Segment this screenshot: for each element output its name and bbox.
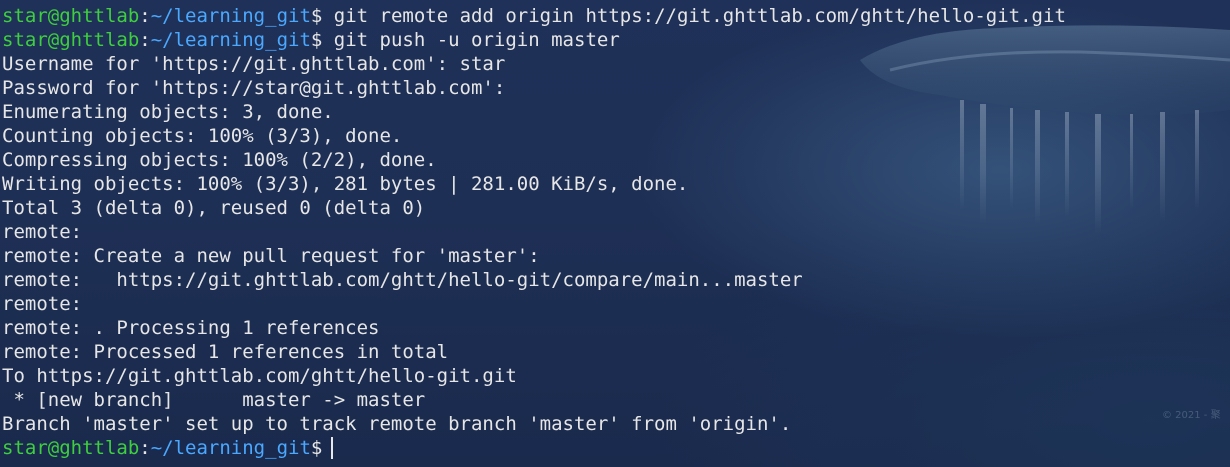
output-line: Username for 'https://git.ghttlab.com': … (2, 53, 506, 75)
output-line: remote: . Processing 1 references (2, 317, 380, 339)
command-text: git remote add origin https://git.ghttla… (322, 5, 1066, 27)
output-line: Enumerating objects: 3, done. (2, 101, 334, 123)
prompt-symbol: $ (310, 29, 323, 51)
prompt-separator: : (139, 437, 151, 459)
prompt-line: star@ghttlab:~/learning_git$ (2, 436, 1230, 460)
prompt-line: star@ghttlab:~/learning_git$ git push -u… (2, 28, 1230, 52)
command-text: git push -u origin master (322, 29, 620, 51)
output-line: Password for 'https://star@git.ghttlab.c… (2, 77, 506, 99)
prompt-separator: : (139, 5, 151, 27)
prompt-user: star@ghttlab (2, 5, 140, 27)
output-line: remote: (2, 293, 83, 315)
prompt-path: ~/learning_git (150, 29, 311, 51)
prompt-user: star@ghttlab (2, 29, 140, 51)
output-line: remote: Processed 1 references in total (2, 341, 449, 363)
prompt-separator: : (139, 29, 151, 51)
output-line: remote: https://git.ghttlab.com/ghtt/hel… (2, 269, 803, 291)
output-line: To https://git.ghttlab.com/ghtt/hello-gi… (2, 365, 517, 387)
output-line: Compressing objects: 100% (2/2), done. (2, 149, 437, 171)
prompt-line: star@ghttlab:~/learning_git$ git remote … (2, 4, 1230, 28)
prompt-symbol: $ (310, 437, 323, 459)
prompt-symbol: $ (310, 5, 323, 27)
text-cursor (331, 437, 334, 459)
prompt-user: star@ghttlab (2, 437, 140, 459)
output-line: Branch 'master' set up to track remote b… (2, 413, 792, 435)
output-line: Writing objects: 100% (3/3), 281 bytes |… (2, 173, 689, 195)
prompt-path: ~/learning_git (150, 437, 311, 459)
output-line: * [new branch] master -> master (2, 389, 426, 411)
terminal-output[interactable]: star@ghttlab:~/learning_git$ git remote … (2, 4, 1230, 460)
output-line: Total 3 (delta 0), reused 0 (delta 0) (2, 197, 426, 219)
prompt-path: ~/learning_git (150, 5, 311, 27)
output-line: remote: Create a new pull request for 'm… (2, 245, 540, 267)
output-line: remote: (2, 221, 83, 243)
output-line: Counting objects: 100% (3/3), done. (2, 125, 403, 147)
